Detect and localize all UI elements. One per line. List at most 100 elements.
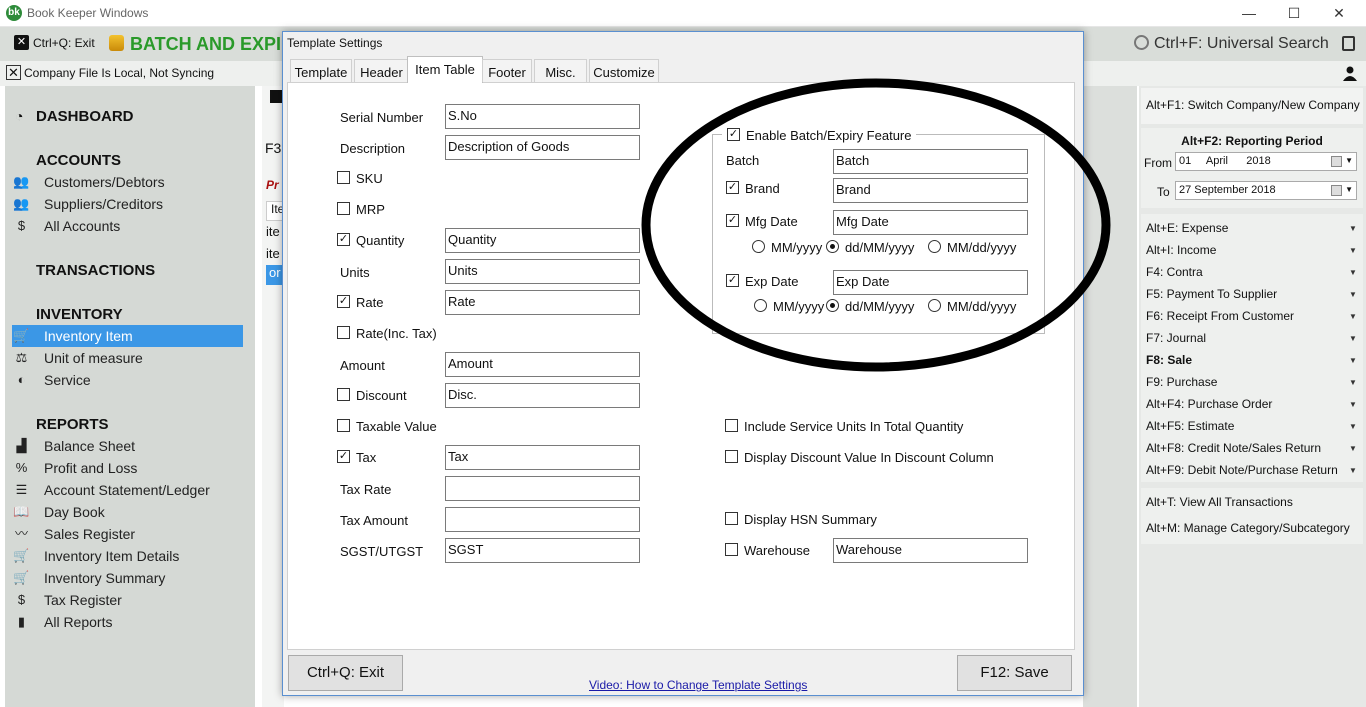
mfg-format-mm-dd-yyyy-radio[interactable] bbox=[928, 240, 941, 253]
calendar-icon[interactable] bbox=[1331, 156, 1342, 167]
sidebar-item-tax-register[interactable]: $ Tax Register bbox=[12, 589, 243, 611]
chevron-down-icon[interactable]: ▼ bbox=[1349, 466, 1357, 475]
batch-input[interactable]: Batch bbox=[833, 149, 1028, 174]
chevron-down-icon[interactable]: ▼ bbox=[1349, 290, 1357, 299]
chevron-down-icon[interactable]: ▼ bbox=[1349, 268, 1357, 277]
discount-input[interactable]: Disc. bbox=[445, 383, 640, 408]
action-f5-payment-to-supplier[interactable]: F5: Payment To Supplier bbox=[1146, 287, 1362, 301]
chevron-down-icon[interactable]: ▼ bbox=[1345, 185, 1353, 194]
sidebar-item-inventory-summary[interactable]: 🛒 Inventory Summary bbox=[12, 567, 243, 589]
chevron-down-icon[interactable]: ▼ bbox=[1349, 312, 1357, 321]
display-discount-checkbox[interactable] bbox=[725, 450, 738, 463]
chevron-down-icon[interactable]: ▼ bbox=[1349, 246, 1357, 255]
description-input[interactable]: Description of Goods bbox=[445, 135, 640, 160]
mfg-format-dd-mm-yyyy-radio[interactable] bbox=[826, 240, 839, 253]
minimize-button[interactable]: — bbox=[1226, 2, 1272, 24]
exp-date-checkbox[interactable]: ✓ bbox=[726, 274, 739, 287]
sidebar-item-service[interactable]: ◐ Service bbox=[12, 369, 243, 391]
exp-date-input[interactable]: Exp Date bbox=[833, 270, 1028, 295]
sidebar-item-account-statement-ledger[interactable]: ☰ Account Statement/Ledger bbox=[12, 479, 243, 501]
action-f9-purchase[interactable]: F9: Purchase bbox=[1146, 375, 1362, 389]
sgst-input[interactable]: SGST bbox=[445, 538, 640, 563]
chevron-down-icon[interactable]: ▼ bbox=[1349, 378, 1357, 387]
calculator-icon[interactable] bbox=[1342, 36, 1355, 51]
sidebar-item-inventory-item-details[interactable]: 🛒 Inventory Item Details bbox=[12, 545, 243, 567]
sidebar-item-all-accounts[interactable]: $ All Accounts bbox=[12, 215, 243, 237]
maximize-button[interactable]: ☐ bbox=[1271, 2, 1317, 24]
sidebar-dashboard[interactable]: DASHBOARD bbox=[36, 108, 134, 125]
exp-format-dd-mm-yyyy-radio[interactable] bbox=[826, 299, 839, 312]
tax-amount-input[interactable] bbox=[445, 507, 640, 532]
action-alt-i-income[interactable]: Alt+I: Income bbox=[1146, 243, 1362, 257]
chevron-down-icon[interactable]: ▼ bbox=[1345, 156, 1353, 165]
rate-checkbox[interactable]: ✓ bbox=[337, 295, 350, 308]
tab-misc[interactable]: Misc. bbox=[534, 59, 587, 82]
quantity-input[interactable]: Quantity bbox=[445, 228, 640, 253]
save-button[interactable]: F12: Save bbox=[957, 655, 1072, 691]
action-alt-e-expense[interactable]: Alt+E: Expense bbox=[1146, 221, 1362, 235]
warehouse-input[interactable]: Warehouse bbox=[833, 538, 1028, 563]
tab-footer[interactable]: Footer bbox=[482, 59, 532, 82]
exp-format-mm-yyyy-radio[interactable] bbox=[754, 299, 767, 312]
switch-company-link[interactable]: Alt+F1: Switch Company/New Company bbox=[1146, 98, 1362, 112]
sidebar-item-suppliers-creditors[interactable]: 👥 Suppliers/Creditors bbox=[12, 193, 243, 215]
tax-input[interactable]: Tax bbox=[445, 445, 640, 470]
action-alt-f9-debit-note-purchase-return[interactable]: Alt+F9: Debit Note/Purchase Return bbox=[1146, 463, 1362, 477]
tab-customize[interactable]: Customize bbox=[589, 59, 659, 82]
action-f6-receipt-from-customer[interactable]: F6: Receipt From Customer bbox=[1146, 309, 1362, 323]
enable-batch-checkbox[interactable]: ✓ bbox=[727, 128, 740, 141]
discount-checkbox[interactable] bbox=[337, 388, 350, 401]
from-date-picker[interactable]: 01 April 2018 ▼ bbox=[1175, 152, 1357, 171]
include-service-units-checkbox[interactable] bbox=[725, 419, 738, 432]
units-input[interactable]: Units bbox=[445, 259, 640, 284]
tab-header[interactable]: Header bbox=[354, 59, 409, 82]
warehouse-checkbox[interactable] bbox=[725, 543, 738, 556]
tax-checkbox[interactable]: ✓ bbox=[337, 450, 350, 463]
exit-button[interactable]: Ctrl+Q: Exit bbox=[33, 36, 95, 50]
chevron-down-icon[interactable]: ▼ bbox=[1349, 400, 1357, 409]
sidebar-item-unit-of-measure[interactable]: ⚖ Unit of measure bbox=[12, 347, 243, 369]
sidebar-item-profit-and-loss[interactable]: % Profit and Loss bbox=[12, 457, 243, 479]
sidebar-item-customers-debtors[interactable]: 👥 Customers/Debtors bbox=[12, 171, 243, 193]
search-icon[interactable] bbox=[1134, 35, 1149, 50]
video-help-link[interactable]: Video: How to Change Template Settings bbox=[589, 678, 807, 692]
action-alt-f4-purchase-order[interactable]: Alt+F4: Purchase Order bbox=[1146, 397, 1362, 411]
chevron-down-icon[interactable]: ▼ bbox=[1349, 356, 1357, 365]
serial-number-input[interactable]: S.No bbox=[445, 104, 640, 129]
sidebar-item-sales-register[interactable]: 〰 Sales Register bbox=[12, 523, 243, 545]
taxable-value-checkbox[interactable] bbox=[337, 419, 350, 432]
to-date-picker[interactable]: 27 September 2018 ▼ bbox=[1175, 181, 1357, 200]
exit-icon[interactable]: ✕ bbox=[14, 35, 29, 50]
amount-input[interactable]: Amount bbox=[445, 352, 640, 377]
tab-template[interactable]: Template bbox=[290, 59, 352, 82]
view-all-transactions-link[interactable]: Alt+T: View All Transactions bbox=[1146, 495, 1362, 509]
action-f8-sale[interactable]: F8: Sale bbox=[1146, 353, 1362, 367]
chevron-down-icon[interactable]: ▼ bbox=[1349, 422, 1357, 431]
sidebar-item-inventory-item[interactable]: 🛒 Inventory Item bbox=[12, 325, 243, 347]
mrp-checkbox[interactable] bbox=[337, 202, 350, 215]
dialog-exit-button[interactable]: Ctrl+Q: Exit bbox=[288, 655, 403, 691]
rate-inc-tax-checkbox[interactable] bbox=[337, 326, 350, 339]
mfg-date-checkbox[interactable]: ✓ bbox=[726, 214, 739, 227]
action-f4-contra[interactable]: F4: Contra bbox=[1146, 265, 1362, 279]
chevron-down-icon[interactable]: ▼ bbox=[1349, 224, 1357, 233]
tab-item-table[interactable]: Item Table bbox=[407, 56, 483, 83]
sidebar-item-balance-sheet[interactable]: ▟ Balance Sheet bbox=[12, 435, 243, 457]
sidebar-transactions-header[interactable]: TRANSACTIONS bbox=[36, 262, 155, 279]
sidebar-item-all-reports[interactable]: ▮ All Reports bbox=[12, 611, 243, 633]
manage-category-link[interactable]: Alt+M: Manage Category/Subcategory bbox=[1146, 521, 1362, 535]
display-hsn-checkbox[interactable] bbox=[725, 512, 738, 525]
universal-search-button[interactable]: Ctrl+F: Universal Search bbox=[1154, 35, 1329, 53]
sidebar-item-day-book[interactable]: 📖 Day Book bbox=[12, 501, 243, 523]
chevron-down-icon[interactable]: ▼ bbox=[1349, 444, 1357, 453]
brand-checkbox[interactable]: ✓ bbox=[726, 181, 739, 194]
calendar-icon[interactable] bbox=[1331, 185, 1342, 196]
mfg-format-mm-yyyy-radio[interactable] bbox=[752, 240, 765, 253]
user-icon[interactable] bbox=[1343, 66, 1357, 81]
close-window-button[interactable]: ✕ bbox=[1316, 2, 1362, 24]
exp-format-mm-dd-yyyy-radio[interactable] bbox=[928, 299, 941, 312]
brand-input[interactable]: Brand bbox=[833, 178, 1028, 203]
rate-input[interactable]: Rate bbox=[445, 290, 640, 315]
chevron-down-icon[interactable]: ▼ bbox=[1349, 334, 1357, 343]
quantity-checkbox[interactable]: ✓ bbox=[337, 233, 350, 246]
